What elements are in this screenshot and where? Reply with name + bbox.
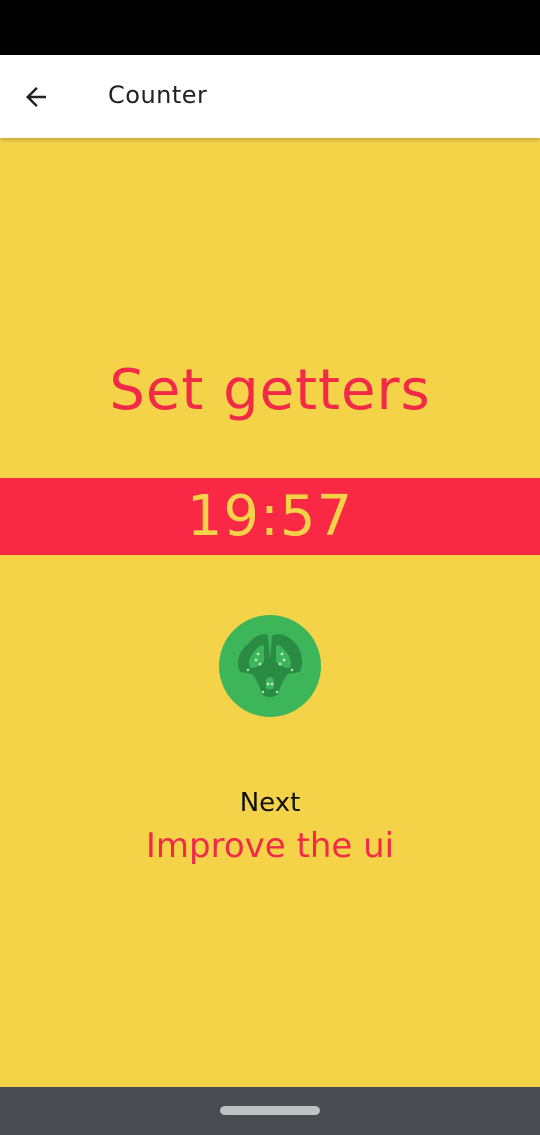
tomato-button[interactable] bbox=[218, 614, 322, 718]
status-bar bbox=[0, 0, 540, 55]
current-task-name: Set getters bbox=[109, 358, 431, 423]
arrow-left-icon bbox=[26, 87, 46, 107]
back-button[interactable] bbox=[14, 75, 58, 119]
app-bar: Counter bbox=[0, 55, 540, 138]
tomato-slice-icon bbox=[219, 615, 321, 717]
next-label: Next bbox=[239, 788, 301, 818]
page-title: Counter bbox=[108, 81, 208, 109]
screen: Counter Set getters 19:57 Next Improve t… bbox=[0, 0, 540, 1135]
counter-content: Set getters 19:57 Next Improve the ui bbox=[0, 138, 540, 1087]
timer-display: 19:57 bbox=[186, 484, 354, 549]
navigation-bar bbox=[0, 1087, 540, 1135]
timer-band: 19:57 bbox=[0, 478, 540, 555]
next-task-name: Improve the ui bbox=[145, 826, 395, 866]
home-gesture-handle[interactable] bbox=[220, 1106, 320, 1115]
